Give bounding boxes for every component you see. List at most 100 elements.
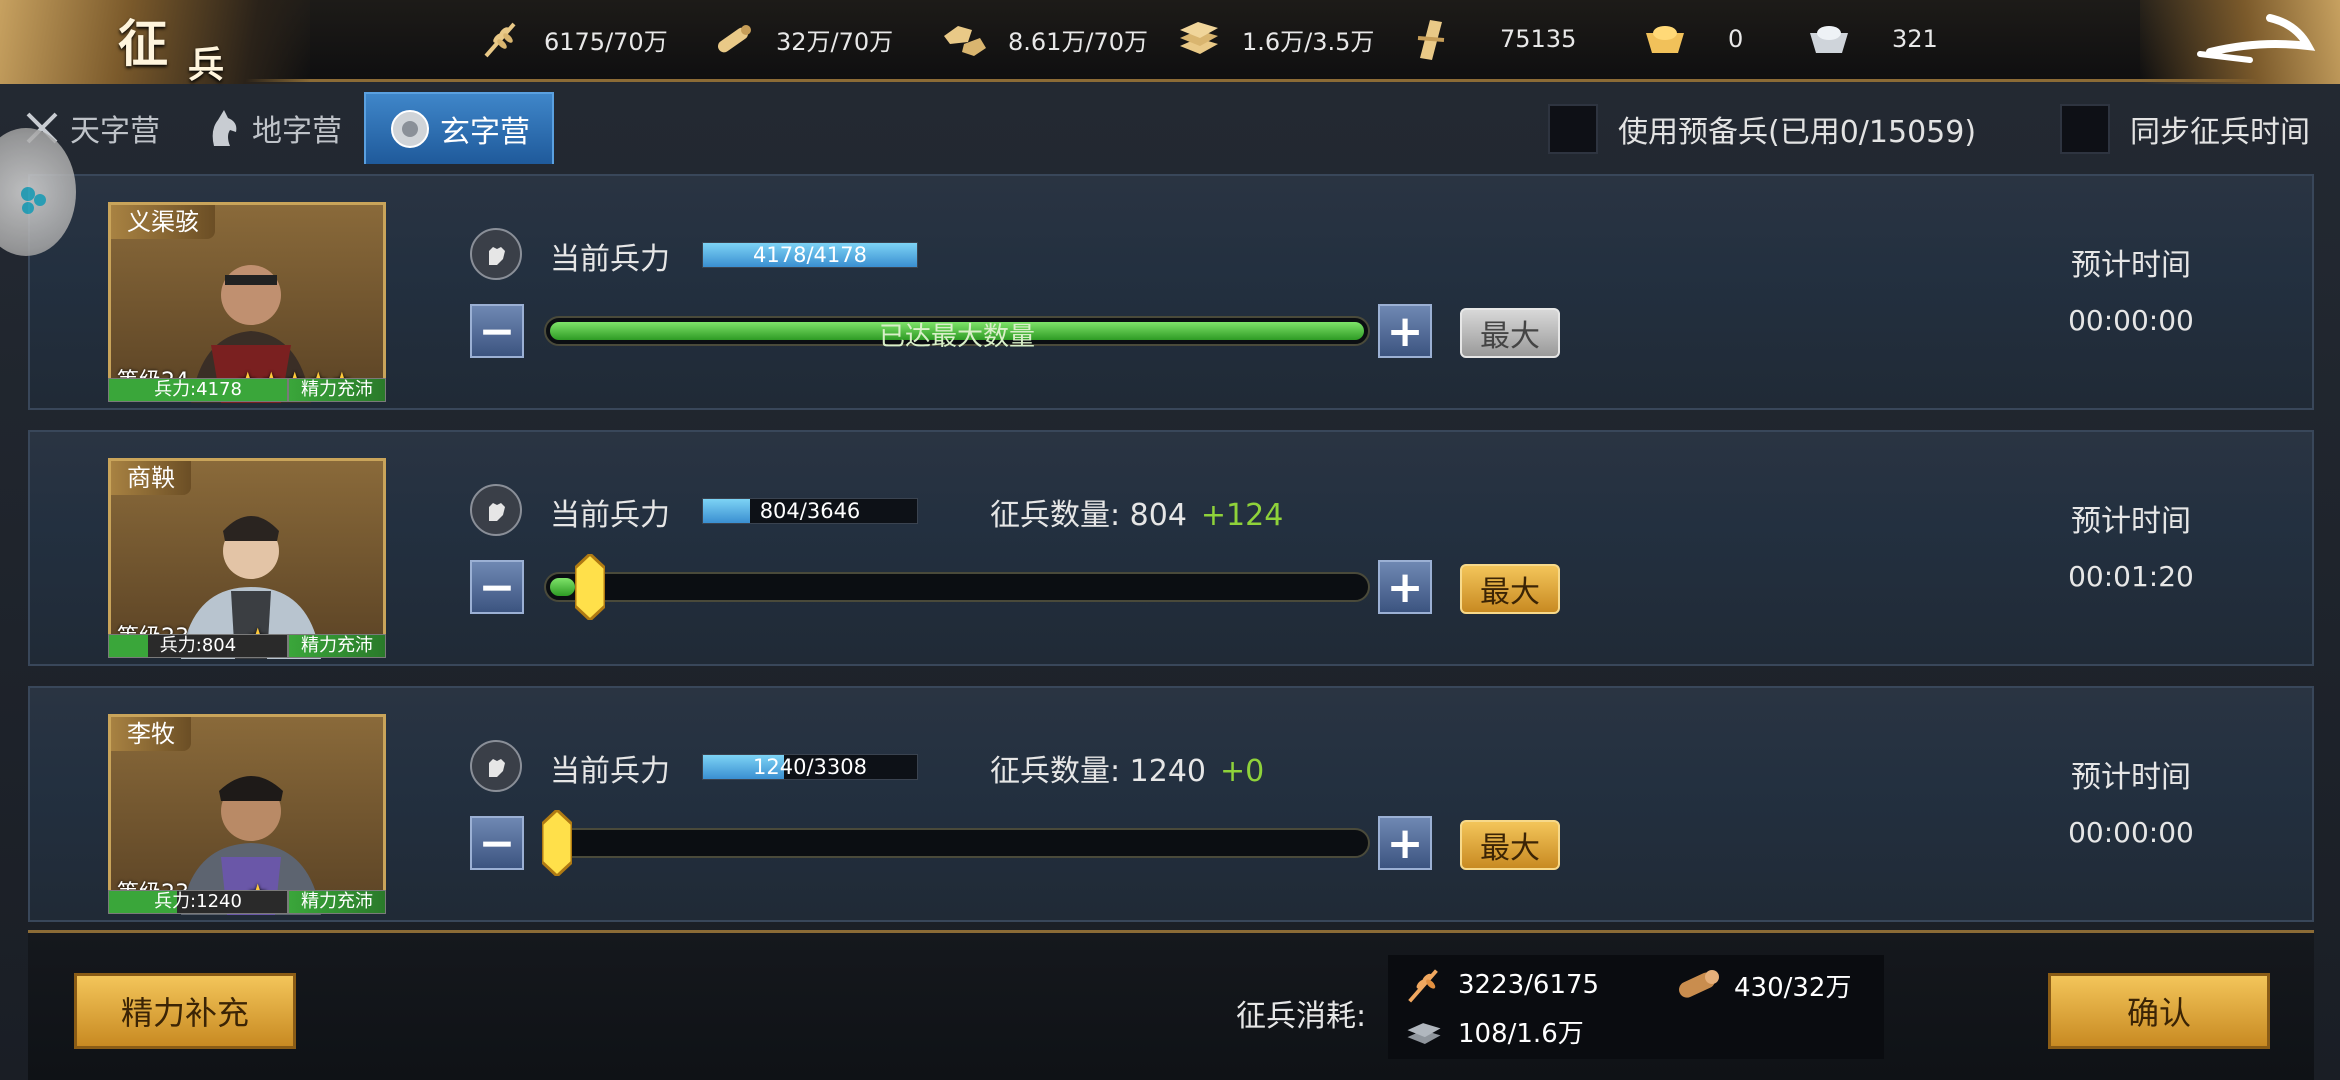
recruit-amount: 征兵数量: 804 +124 (990, 490, 1283, 534)
back-arrow-icon (2197, 14, 2316, 63)
resource-silver-value: 321 (1892, 25, 1938, 53)
plus-icon: + (1386, 561, 1424, 613)
max-button[interactable]: 最大 (1460, 564, 1560, 614)
estimated-time-value: 00:00:00 (2068, 816, 2194, 849)
troop-badge: 兵力:804 (108, 634, 288, 658)
general-name: 义渠骇 (111, 205, 215, 239)
current-troops-bar: 1240/3308 (702, 754, 918, 780)
tab-xuan-label: 玄字营 (440, 115, 530, 150)
resource-iron: 1.6万/3.5万 (1174, 0, 1374, 78)
resource-wood: 32万/70万 (708, 0, 893, 78)
minus-icon: − (478, 305, 516, 357)
recruit-slider[interactable]: 已达最大数量 (544, 316, 1370, 352)
recruit-slider[interactable] (544, 554, 1370, 620)
increase-button[interactable]: + (1378, 560, 1432, 614)
token-icon (1406, 14, 1456, 64)
general-row-3: 李牧 等级23 ★ 兵力:1240 精力充沛 当前兵力 1240/3308 征兵… (28, 686, 2314, 922)
max-button[interactable]: 最大 (1460, 820, 1560, 870)
increase-button[interactable]: + (1378, 304, 1432, 358)
recruit-slider-text: 已达最大数量 (878, 322, 1035, 352)
general-row-1: 义渠骇 等级24 ★★★★★ 兵力:4178 精力充沛 当前兵力 4178/41… (28, 174, 2314, 410)
recruit-amount: 征兵数量: 1240 +0 (990, 746, 1264, 790)
silver-ingot-icon (1804, 14, 1854, 64)
decrease-button[interactable]: − (470, 816, 524, 870)
estimated-time-label: 预计时间 (2071, 760, 2191, 795)
plus-icon: + (1386, 305, 1424, 357)
sync-time-checkbox[interactable] (2060, 104, 2110, 154)
general-portrait[interactable]: 义渠骇 等级24 ★★★★★ (108, 202, 386, 403)
use-reserve-option[interactable]: 使用预备兵(已用0/15059) (1548, 104, 1976, 154)
confirm-button[interactable]: 确认 (2048, 973, 2270, 1049)
slider-thumb-icon[interactable] (574, 554, 605, 620)
troop-badge-fill (109, 635, 149, 657)
estimated-time-label: 预计时间 (2071, 248, 2191, 283)
fist-icon (470, 484, 522, 536)
resource-stone: 8.61万/70万 (940, 0, 1148, 78)
camp-tabs: 天字营 地字营 玄字营 (0, 92, 554, 164)
tab-xuan[interactable]: 玄字营 (364, 92, 554, 164)
sync-time-option[interactable]: 同步征兵时间 (2060, 104, 2310, 154)
resource-grain: 6175/70万 (476, 0, 668, 78)
estimated-time-label: 预计时间 (2071, 504, 2191, 539)
current-troops-label: 当前兵力 (550, 498, 670, 533)
slider-thumb-icon[interactable] (542, 810, 572, 876)
estimated-time-value: 00:00:00 (2068, 304, 2194, 337)
decrease-button[interactable]: − (470, 304, 524, 358)
energy-badge: 精力充沛 (288, 890, 386, 914)
general-portrait[interactable]: 商鞅 等级23 ★ (108, 458, 386, 659)
grain-icon (1408, 969, 1438, 1003)
tab-di-label: 地字营 (252, 114, 342, 149)
current-troops-fill (703, 499, 751, 523)
tab-tian-label: 天字营 (70, 114, 160, 149)
recruit-amount-delta: +0 (1220, 754, 1265, 789)
gold-ingot-icon (1640, 14, 1690, 64)
recruit-slider[interactable] (542, 810, 1370, 876)
iron-icon (1174, 14, 1224, 64)
current-troops-label: 当前兵力 (550, 242, 670, 277)
resource-token-value: 75135 (1500, 25, 1577, 53)
increase-button[interactable]: + (1378, 816, 1432, 870)
resource-stone-value: 8.61万/70万 (1008, 27, 1149, 56)
resource-wood-value: 32万/70万 (776, 27, 894, 56)
page-title-char2: 兵 (188, 44, 225, 86)
general-portrait[interactable]: 李牧 等级23 ★ (108, 714, 386, 915)
cost-wood-value: 430/32万 (1734, 972, 1852, 1003)
max-button[interactable]: 最大 (1460, 308, 1560, 358)
cost-iron: 108/1.6万 (1402, 1011, 1584, 1051)
title-plate: 征 兵 (0, 0, 310, 86)
general-row-2: 商鞅 等级23 ★ 兵力:804 精力充沛 当前兵力 804/3646 征兵数量… (28, 430, 2314, 666)
recruit-cost-box: 3223/6175 430/32万 108/1.6万 (1388, 955, 1884, 1059)
current-troops-value: 804/3646 (759, 499, 861, 523)
resource-grain-value: 6175/70万 (544, 27, 668, 56)
resource-gold: 0 (1640, 0, 1743, 78)
energy-badge: 精力充沛 (288, 634, 386, 658)
sync-time-label: 同步征兵时间 (2130, 115, 2310, 150)
recruit-amount-label: 征兵数量: 804 (990, 498, 1187, 533)
grain-icon (476, 14, 526, 64)
cost-grain-value: 3223/6175 (1458, 970, 1600, 1000)
top-bar: 征 兵 6175/70万 32万/70万 8.61万/70万 1.6万/3.5万… (0, 0, 2340, 86)
troop-badge-text: 兵力:1240 (154, 891, 242, 912)
minus-icon: − (478, 561, 516, 613)
troop-badge-text: 兵力:4178 (154, 379, 242, 400)
current-troops-bar: 4178/4178 (702, 242, 918, 268)
wood-icon (1679, 970, 1719, 998)
tab-di[interactable]: 地字营 (182, 92, 364, 164)
shield-icon (391, 110, 429, 148)
fist-icon (470, 228, 522, 280)
use-reserve-checkbox[interactable] (1548, 104, 1598, 154)
iron-icon (1407, 1023, 1441, 1045)
resource-token: 75135 (1406, 0, 1576, 78)
recruit-cost-label: 征兵消耗: (1236, 999, 1367, 1034)
wood-icon (708, 14, 758, 64)
recruit-slider-fill (550, 578, 575, 596)
energy-badge: 精力充沛 (288, 378, 386, 402)
general-name: 商鞅 (111, 461, 191, 495)
troop-badge-text: 兵力:804 (159, 635, 237, 656)
replenish-energy-button[interactable]: 精力补充 (74, 973, 296, 1049)
page-title-char1: 征 (118, 14, 168, 73)
fist-icon (470, 740, 522, 792)
back-button[interactable] (2140, 0, 2340, 84)
decrease-button[interactable]: − (470, 560, 524, 614)
cost-wood: 430/32万 (1672, 963, 1851, 1007)
